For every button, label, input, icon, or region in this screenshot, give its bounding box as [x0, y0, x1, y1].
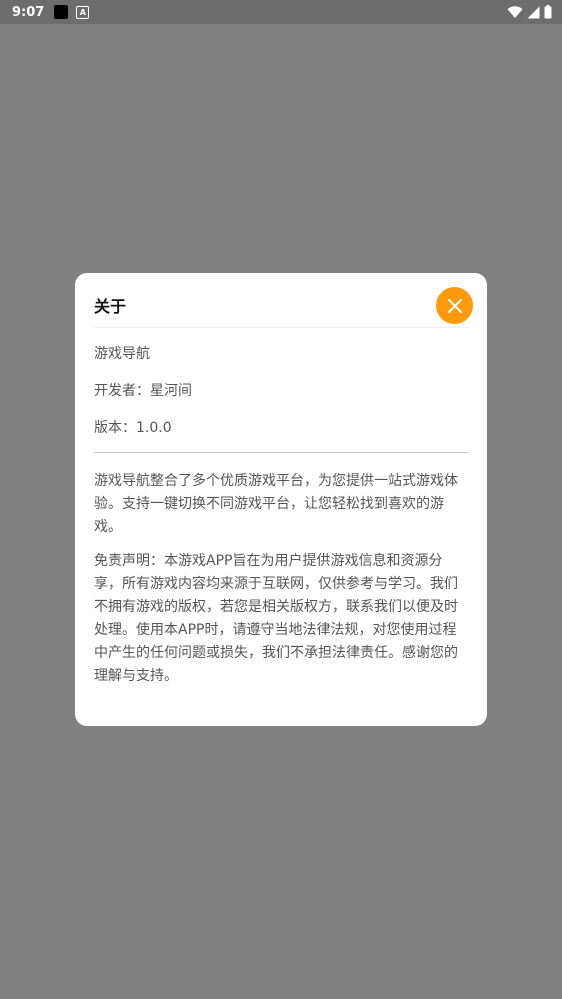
version-line: 版本：1.0.0	[94, 420, 172, 436]
app-name: 游戏导航	[94, 346, 150, 362]
screen: 9:07 A 关于 游戏导航 开发者：星河间 版本：1.0.0 游戏导航整合了多…	[0, 0, 562, 999]
status-time: 9:07	[12, 4, 45, 20]
cell-signal-icon	[527, 6, 540, 18]
a-box-icon: A	[76, 5, 90, 19]
disclaimer-text: 免责声明：本游戏APP旨在为用户提供游戏信息和资源分享，所有游戏内容均来源于互联…	[94, 553, 458, 684]
description-text: 游戏导航整合了多个优质游戏平台，为您提供一站式游戏体验。支持一键切换不同游戏平台…	[94, 473, 458, 535]
status-bar: 9:07 A	[0, 0, 562, 24]
dialog-title: 关于	[94, 297, 127, 316]
about-dialog: 关于 游戏导航 开发者：星河间 版本：1.0.0 游戏导航整合了多个优质游戏平台…	[75, 273, 487, 726]
black-square-icon	[54, 5, 69, 19]
close-button[interactable]	[436, 287, 473, 324]
developer-line: 开发者：星河间	[94, 383, 192, 399]
divider	[94, 452, 468, 453]
battery-icon	[544, 5, 552, 19]
close-icon	[447, 298, 462, 313]
wifi-icon	[507, 5, 523, 18]
dialog-header: 关于	[94, 273, 473, 328]
system-icons	[507, 5, 552, 19]
